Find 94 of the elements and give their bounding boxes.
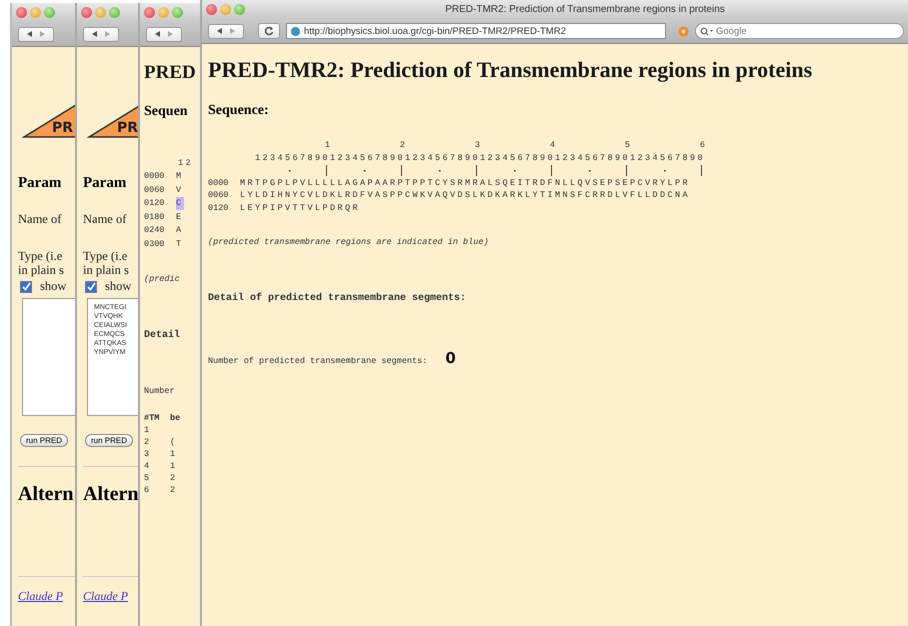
zoom-button[interactable]: [109, 7, 120, 18]
sequence-residues: E: [176, 210, 184, 223]
sequence-offset: 0000: [144, 170, 166, 182]
table-cell-text: 5: [144, 472, 150, 484]
zoom-button[interactable]: [172, 7, 183, 18]
sequence-residues: V: [176, 184, 184, 196]
back-forward-button[interactable]: [208, 24, 244, 38]
ruler-number: 2: [398, 139, 405, 152]
logo-text: PR: [117, 120, 138, 136]
segment-count: 0: [445, 349, 456, 367]
ruler-number: 5: [624, 139, 630, 152]
ruler-number: 1: [324, 139, 330, 152]
section-heading: Param: [83, 175, 128, 192]
sequence-offset: 0120: [144, 197, 166, 210]
back-forward-button[interactable]: [146, 26, 182, 42]
table-cell-text: 2: [170, 472, 176, 484]
globe-icon: [290, 26, 301, 36]
arrows-icon: [153, 30, 175, 38]
column-header: be: [170, 412, 182, 424]
section-heading: Altern: [18, 483, 75, 506]
reload-icon: [264, 26, 274, 36]
sequence-residues: LEYPIPVTTVLPDRQR: [240, 202, 360, 214]
ruler-number: 3: [474, 139, 480, 152]
minimize-button[interactable]: [95, 7, 106, 18]
checkbox-label: show: [40, 279, 66, 294]
window-title: PRED-TMR2: Prediction of Transmembrane regions in proteins: [444, 4, 726, 15]
table-cell-text: 3: [144, 448, 150, 460]
reload-button[interactable]: [258, 23, 280, 39]
table-cell-text: 1: [170, 448, 176, 460]
checkbox[interactable]: [20, 280, 32, 292]
note-text: (predicted transmembrane regions are indicated in blue): [208, 237, 490, 247]
section-heading: Sequence:: [208, 103, 270, 119]
table-cell-text: 6: [144, 484, 150, 496]
close-button[interactable]: [144, 7, 155, 18]
sequence-offset: 0060: [144, 184, 166, 196]
close-button[interactable]: [16, 7, 27, 18]
sequence-offset: 0120: [208, 202, 230, 214]
note-text: (predic: [144, 274, 181, 284]
sequence-residues: MRTPGPLPVLLLLLAGAPAARPTPPTCYSRMRALSQEITRDFNLLQVSEPSEPCVRYLPR: [240, 176, 690, 189]
ruler-number: 6: [698, 139, 705, 152]
sequence-offset: 0060: [208, 189, 230, 202]
zoom-button[interactable]: [44, 7, 55, 18]
field-label: Name of: [18, 212, 62, 227]
page-heading: PRED-TMR2: Prediction of Transmembrane regions in proteins: [208, 57, 814, 83]
author-link[interactable]: Claude P: [18, 589, 75, 604]
run-button[interactable]: run PRED: [20, 434, 68, 447]
sequence-offset: 0240: [144, 224, 166, 236]
search-field[interactable]: Google: [695, 23, 904, 39]
author-link[interactable]: Claude P: [83, 589, 138, 604]
table-cell-text: 2: [170, 484, 176, 496]
back-forward-button[interactable]: [83, 26, 119, 42]
minimize-button[interactable]: [30, 7, 41, 18]
column-header: #TM: [144, 412, 160, 424]
section-heading: Detail: [144, 330, 182, 340]
minimize-button[interactable]: [158, 7, 169, 18]
ruler-digits: 123456789012345678901234567890123456789012345678901234567890: [255, 152, 706, 164]
back-forward-button[interactable]: [18, 26, 54, 42]
section-heading: Param: [18, 175, 62, 192]
checkbox[interactable]: [85, 280, 97, 292]
table-cell-text: 4: [144, 460, 150, 472]
highlighted-residues: C: [176, 197, 184, 210]
sequence-offset: 0180: [144, 210, 166, 223]
arrows-icon: [25, 30, 47, 38]
run-button[interactable]: run PRED: [85, 434, 134, 447]
close-button[interactable]: [81, 7, 92, 18]
field-label: Name of: [83, 212, 128, 227]
sequence-residues: LYLDIHNYCVLDKLRDFVASPPCWKVAQVDSLKDKARKLYTIMNSFCRRDLVFLLDDCNA: [240, 189, 690, 202]
sequence-offset: 0000: [208, 176, 230, 189]
count-label: Number of predicted transmembrane segments:: [208, 356, 428, 366]
minimize-button[interactable]: [220, 4, 231, 15]
feed-icon[interactable]: [678, 26, 689, 36]
count-label: Number: [144, 386, 175, 396]
section-heading: Altern: [83, 483, 138, 506]
sequence-residues: T: [176, 238, 184, 250]
page-heading: PRED: [144, 62, 197, 84]
arrows-icon: [90, 30, 112, 38]
ruler-digits: 12: [178, 156, 194, 169]
sequence-residues: A: [176, 224, 184, 236]
search-icon: [700, 27, 714, 36]
table-cell-text: 1: [170, 460, 176, 472]
table-cell-text: 2: [144, 436, 150, 448]
section-heading: Detail of predicted transmembrane segments:: [208, 293, 468, 304]
checkbox-label: show: [105, 279, 132, 294]
close-button[interactable]: [206, 4, 217, 15]
zoom-button[interactable]: [234, 4, 245, 15]
ruler-number: 4: [548, 139, 555, 152]
sequence-offset: 0300: [144, 238, 166, 250]
table-cell-text: (: [170, 436, 176, 448]
arrows-icon: [215, 27, 237, 35]
section-heading: Sequen: [144, 104, 189, 120]
table-cell-text: 1: [144, 424, 150, 436]
sequence-residues: M: [176, 170, 184, 182]
logo-text: PR: [52, 120, 74, 136]
address-field[interactable]: http://biophysics.biol.uoa.gr/cgi-bin/PRED-TMR2/PRED-TMR2: [286, 23, 666, 39]
